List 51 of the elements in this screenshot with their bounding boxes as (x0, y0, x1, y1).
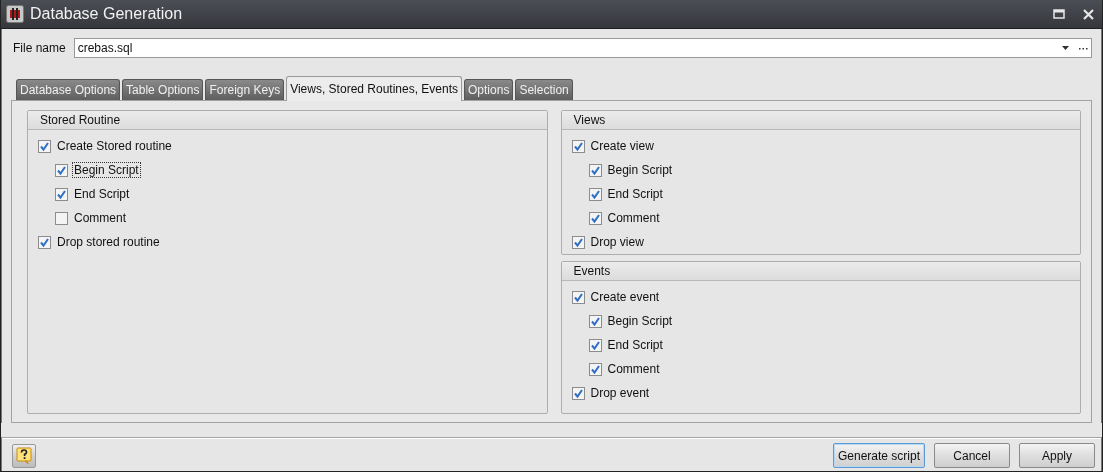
tab[interactable]: Table Options (122, 79, 204, 100)
checkbox-label[interactable]: Comment (605, 361, 662, 377)
checkbox[interactable] (588, 314, 602, 328)
checkbox[interactable] (571, 290, 585, 304)
dialog-button[interactable]: Apply (1019, 443, 1095, 468)
checkbox[interactable] (571, 235, 585, 249)
tab[interactable]: Selection (515, 79, 573, 100)
dialog-button[interactable]: Generate script (833, 443, 925, 468)
checkbox-label[interactable]: End Script (72, 186, 132, 202)
checkbox[interactable] (571, 139, 585, 153)
dialog-button[interactable]: Cancel (934, 443, 1010, 468)
checkbox-label[interactable]: Create view (588, 138, 656, 154)
checkbox-label[interactable]: Begin Script (72, 162, 141, 178)
file-name-field[interactable]: crebas.sql (73, 38, 1092, 58)
group-title: Events (561, 262, 1080, 281)
group-title: Stored Routine (28, 111, 547, 130)
checkbox[interactable] (38, 235, 51, 249)
checkbox[interactable] (38, 139, 51, 153)
checkbox-label[interactable]: Drop event (588, 385, 652, 401)
checkbox[interactable] (571, 386, 585, 400)
file-name-label: File name (12, 41, 66, 55)
checkbox-label[interactable]: End Script (605, 337, 665, 353)
tab[interactable]: Foreign Keys (205, 79, 285, 100)
checkbox-label[interactable]: Drop stored routine (55, 234, 162, 250)
checkbox[interactable] (588, 187, 602, 201)
checkbox[interactable] (55, 211, 68, 225)
maximize-icon[interactable] (1053, 9, 1065, 19)
checkbox[interactable] (588, 338, 602, 352)
group-title: Views (561, 111, 1080, 130)
checkbox-label[interactable]: Begin Script (605, 313, 675, 329)
tab[interactable]: Options (464, 79, 514, 100)
checkbox-label[interactable]: Comment (605, 210, 662, 226)
checkbox[interactable] (55, 163, 68, 177)
checkbox-label[interactable]: Create event (588, 289, 662, 305)
window-title: Database Generation (30, 5, 183, 23)
checkbox-label[interactable]: Comment (72, 210, 128, 226)
checkbox-label[interactable]: End Script (605, 186, 665, 202)
tab[interactable]: Database Options (16, 79, 121, 100)
checkbox[interactable] (588, 362, 602, 376)
help-button[interactable] (12, 443, 36, 468)
checkbox[interactable] (588, 163, 602, 177)
checkbox-label[interactable]: Begin Script (605, 162, 675, 178)
checkbox-label[interactable]: Create Stored routine (55, 138, 174, 154)
checkbox[interactable] (55, 187, 68, 201)
close-icon[interactable] (1083, 8, 1094, 20)
dropdown-arrow-icon[interactable] (1062, 46, 1069, 50)
app-icon (6, 5, 24, 23)
checkbox-label[interactable]: Drop view (588, 234, 646, 250)
browse-icon[interactable] (1079, 46, 1088, 50)
tab[interactable]: Views, Stored Routines, Events (286, 76, 463, 101)
checkbox[interactable] (588, 211, 602, 225)
